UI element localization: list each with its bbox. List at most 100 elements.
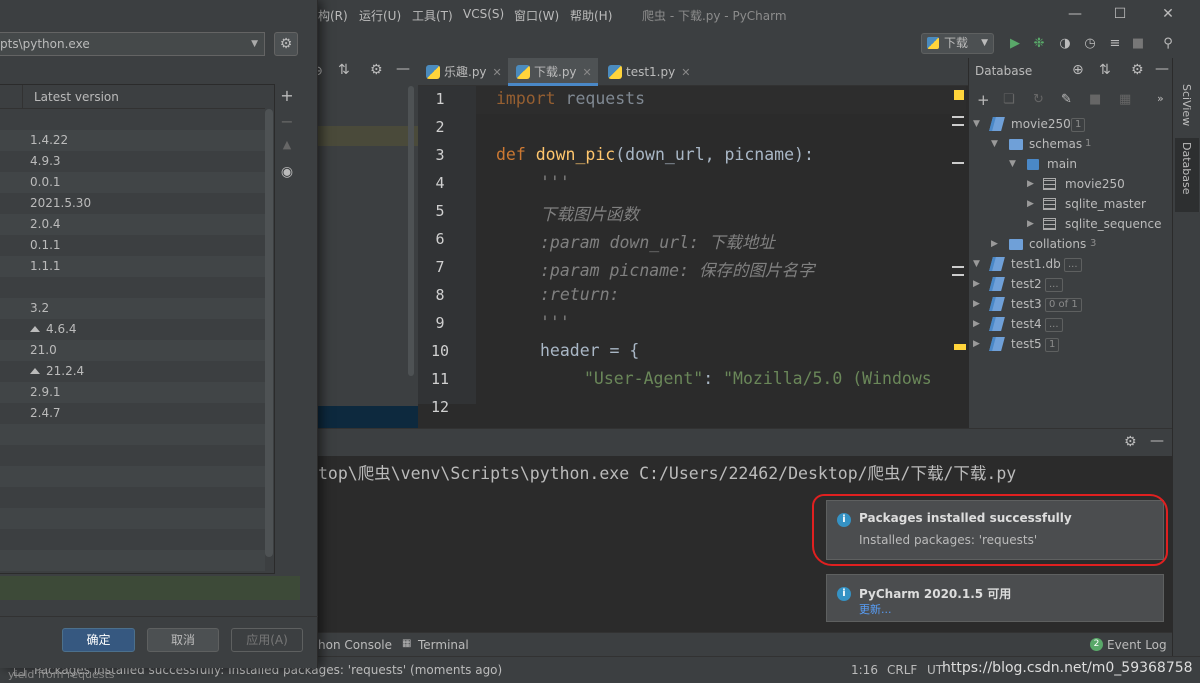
close-icon[interactable]: ✕ [1158,4,1178,24]
table-row[interactable]: 2.9.1 [0,382,265,403]
stop-icon[interactable]: ■ [1089,92,1101,107]
scroll-from-source-icon[interactable]: ⇅ [338,62,350,78]
table-row[interactable]: 1.4.22 [0,130,265,151]
table-row[interactable]: 4.9.3 [0,151,265,172]
copy-icon[interactable]: ❏ [1003,92,1015,107]
database-icon [989,117,1005,131]
add-icon[interactable]: + [977,91,990,109]
menu-vcs[interactable]: VCS(S) [463,7,504,21]
table-row[interactable]: 2.0.4 [0,214,265,235]
search-everywhere-icon[interactable]: ⚲ [1160,36,1176,52]
code-editor[interactable]: import requests def down_pic(down_url, p… [476,86,966,404]
run-config-select[interactable]: 下载 ▼ [921,33,994,54]
menu-tools[interactable]: 工具(T) [412,7,453,24]
run-icon[interactable]: ▶ [1007,36,1023,52]
close-tab-icon[interactable]: ✕ [681,66,690,79]
remove-package-icon[interactable]: − [276,112,298,131]
code-line-5: 下载图片函数 [540,205,639,224]
profile-icon[interactable]: ◷ [1082,36,1098,52]
table-scrollbar[interactable] [265,109,273,557]
gear-icon[interactable]: ⚙ [1124,434,1137,450]
caret-position[interactable]: 1:16 [851,663,878,677]
maximize-icon[interactable]: ☐ [1110,4,1130,24]
table-row[interactable]: 21.2.4 [0,361,265,382]
code-line-11: "User-Agent": "Mozilla/5.0 (Windows [584,369,932,388]
interpreter-select[interactable]: pts\python.exe ▼ [0,32,265,56]
packages-table[interactable]: Latest version 1.4.22 4.9.3 0.0.1 2021.5… [0,84,275,574]
close-tab-icon[interactable]: ✕ [493,66,502,79]
code-line-8: :return: [540,285,620,304]
table-row [0,445,265,466]
column-latest-version[interactable]: Latest version [34,90,119,104]
table-row[interactable]: 1.1.1 [0,256,265,277]
table-view-icon[interactable]: ▦ [1119,92,1131,107]
table-row[interactable]: 2021.5.30 [0,193,265,214]
hide-icon[interactable]: — [1150,433,1164,449]
more-icon[interactable]: » [1157,92,1164,105]
apply-button[interactable]: 应用(A) [231,628,303,652]
tab-test1[interactable]: test1.py ✕ [600,58,692,86]
menu-refactor[interactable]: 构(R) [318,7,348,24]
globe-icon[interactable]: ⊕ [1072,62,1084,78]
build-icon[interactable]: ≡ [1107,36,1123,52]
editor-gutter: 1 2 3 4 5 6 7 8 9 10 11 12 [418,86,490,416]
refresh-icon[interactable]: ↻ [1033,92,1044,107]
line-separator[interactable]: CRLF [887,663,917,677]
table-row[interactable]: 21.0 [0,340,265,361]
gear-icon[interactable]: ⚙ [370,62,383,78]
hide-icon[interactable]: — [1155,61,1169,77]
database-tab[interactable]: Database [1180,142,1193,195]
table-row [0,466,265,487]
window-title: 爬虫 - 下载.py - PyCharm [642,9,787,23]
menu-run[interactable]: 运行(U) [359,7,401,24]
table-row[interactable]: 3.2 [0,298,265,319]
table-row[interactable] [0,277,265,298]
project-scrollbar[interactable] [408,86,414,376]
tab-python-console[interactable]: hon Console [318,638,392,652]
close-tab-icon[interactable]: ✕ [583,66,592,79]
debug-icon[interactable]: ❉ [1031,36,1047,52]
update-link[interactable]: 更新... [859,601,892,617]
eye-icon[interactable]: ◉ [276,164,298,180]
file-encoding[interactable]: UT [927,663,943,677]
ok-button[interactable]: 确定 [62,628,135,652]
notification-update-available[interactable]: i PyCharm 2020.1.5 可用 更新... [826,574,1164,622]
add-package-icon[interactable]: + [276,86,298,105]
coverage-icon[interactable]: ◑ [1057,36,1073,52]
stop-icon[interactable]: ■ [1130,36,1146,52]
database-icon [989,297,1005,311]
menu-help[interactable]: 帮助(H) [570,7,612,24]
code-line-4: ''' [540,173,570,192]
properties-icon[interactable]: ✎ [1061,92,1072,107]
collapse-all-icon[interactable]: ⇅ [1099,62,1111,78]
interpreter-path: pts\python.exe [0,37,90,51]
interpreter-settings-button[interactable]: ⚙ [274,32,298,56]
hide-icon[interactable]: — [396,61,410,77]
tab-download[interactable]: 下载.py ✕ [508,58,598,86]
sciview-tab[interactable]: SciView [1180,84,1193,126]
run-config-label: 下载 [944,36,969,50]
editor-tab-bar: 乐趣.py ✕ 下载.py ✕ test1.py ✕ [418,58,968,86]
upgrade-package-icon[interactable]: ▲ [276,138,298,151]
watermark-url: https://blog.csdn.net/m0_59368758 [942,660,1193,676]
minimize-icon[interactable]: — [1065,4,1085,24]
project-panel: ⊕ ⇅ ⚙ — [312,58,418,428]
table-row[interactable]: 4.6.4 [0,319,265,340]
gear-icon[interactable]: ⚙ [1131,62,1144,78]
settings-dialog: pts\python.exe ▼ ⚙ Latest version 1.4.22… [0,0,318,681]
cancel-button[interactable]: 取消 [147,628,219,652]
upgrade-arrow-icon [30,368,40,374]
line-number: 12 [430,398,450,416]
tab-terminal[interactable]: Terminal [418,638,469,652]
tab-lequ[interactable]: 乐趣.py ✕ [418,58,508,86]
table-row[interactable] [0,109,265,130]
tab-event-log[interactable]: Event Log [1107,638,1167,652]
notification-title: PyCharm 2020.1.5 可用 [859,587,1012,601]
line-number: 4 [435,174,445,192]
table-row[interactable]: 0.0.1 [0,172,265,193]
table-row[interactable]: 0.1.1 [0,235,265,256]
database-panel-title: Database [975,64,1033,78]
table-row[interactable]: 2.4.7 [0,403,265,424]
folder-icon [1009,139,1023,150]
menu-window[interactable]: 窗口(W) [514,7,559,24]
